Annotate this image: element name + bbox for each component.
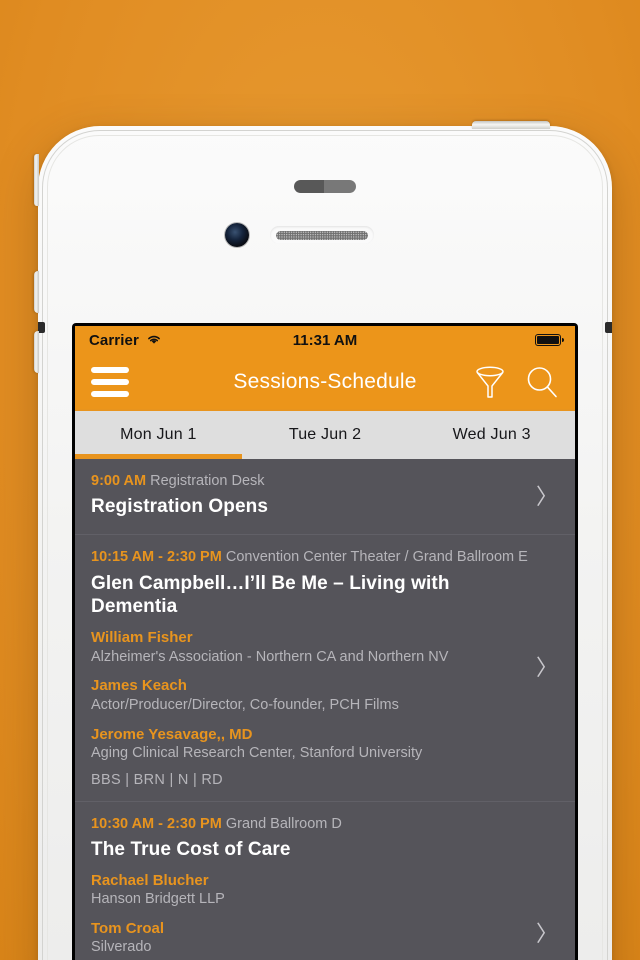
session-location: Registration Desk	[150, 473, 265, 489]
power-button[interactable]	[472, 121, 550, 129]
speaker-org: Silverado	[91, 939, 152, 956]
session-location: Convention Center Theater / Grand Ballro…	[225, 549, 528, 566]
volume-up-button[interactable]	[34, 271, 39, 313]
chevron-right-icon[interactable]: 〉	[536, 656, 558, 679]
session-time: 10:15 AM - 2:30 PM	[91, 549, 222, 566]
session-row[interactable]: 9:00 AM Registration Desk Registration O…	[75, 459, 575, 536]
day-tab-label: Mon Jun 1	[120, 426, 197, 443]
speaker-item: Rachael Blucher Hanson Bridgett LLP	[91, 871, 531, 910]
speaker-name: James Keach	[91, 677, 187, 695]
battery-fill	[537, 336, 559, 344]
earpiece-speaker-icon	[270, 226, 374, 244]
session-time: 10:30 AM - 2:30 PM	[91, 815, 222, 832]
funnel-filter-icon[interactable]	[473, 364, 507, 400]
proximity-sensor-icon	[294, 180, 356, 193]
session-row[interactable]: 10:15 AM - 2:30 PM Convention Center The…	[75, 535, 575, 802]
wifi-icon	[146, 332, 162, 349]
session-time: 9:00 AM	[91, 473, 147, 489]
session-row[interactable]: 10:30 AM - 2:30 PM Grand Ballroom D The …	[75, 802, 575, 960]
mute-switch-button[interactable]	[34, 154, 39, 206]
status-bar-right	[535, 334, 564, 346]
day-tab-mon-jun-1[interactable]: Mon Jun 1	[75, 411, 242, 459]
hamburger-bar-1	[91, 366, 129, 373]
search-icon[interactable]	[525, 364, 559, 400]
session-list[interactable]: 9:00 AM Registration Desk Registration O…	[75, 459, 575, 960]
speaker-item: William Fisher Alzheimer's Association -…	[91, 628, 531, 667]
hamburger-bar-3	[91, 390, 129, 397]
session-credits: BBS | BRN | N | RD	[91, 771, 223, 788]
day-tab-label: Tue Jun 2	[288, 426, 362, 443]
session-location: Grand Ballroom D	[225, 815, 342, 832]
nav-action-group	[473, 364, 559, 400]
ios-status-bar: Carrier 11:31 AM	[75, 326, 575, 354]
day-tab-label: Wed Jun 3	[452, 426, 531, 443]
chevron-right-icon[interactable]: 〉	[536, 485, 558, 508]
battery-full-icon	[535, 334, 564, 346]
hamburger-menu-icon[interactable]	[91, 366, 129, 397]
carrier-label: Carrier	[89, 331, 139, 349]
hamburger-bar-2	[91, 378, 129, 385]
session-meta: 10:15 AM - 2:30 PM Convention Center The…	[91, 548, 531, 567]
session-title: The True Cost of Care	[91, 838, 291, 860]
speaker-org: Actor/Producer/Director, Co-founder, PCH…	[91, 696, 399, 713]
speaker-name: Jerome Yesavage,, MD	[91, 725, 253, 743]
chevron-right-icon[interactable]: 〉	[536, 922, 558, 945]
session-title: Registration Opens	[91, 496, 269, 518]
status-bar-left: Carrier	[89, 332, 162, 349]
session-title: Glen Campbell…I’ll Be Me – Living with D…	[91, 572, 450, 618]
antenna-band-right	[605, 322, 612, 333]
session-meta: 10:30 AM - 2:30 PM Grand Ballroom D	[91, 815, 531, 834]
speaker-mesh	[276, 230, 368, 240]
speaker-item: James Keach Actor/Producer/Director, Co-…	[91, 676, 531, 715]
speaker-name: William Fisher	[91, 629, 193, 647]
app-viewport: Carrier 11:31 AM Sessions-Schedule Mon J…	[75, 326, 575, 960]
speaker-item: Tom Croal Silverado	[91, 919, 531, 958]
front-camera-icon	[225, 223, 249, 247]
day-tab-wed-jun-3[interactable]: Wed Jun 3	[408, 411, 575, 459]
app-navigation-bar: Sessions-Schedule	[75, 354, 575, 409]
day-tab-tue-jun-2[interactable]: Tue Jun 2	[242, 411, 409, 459]
speaker-org: Alzheimer's Association - Northern CA an…	[91, 648, 449, 665]
device-screen: Carrier 11:31 AM Sessions-Schedule Mon J…	[72, 323, 578, 960]
speaker-org: Aging Clinical Research Center, Stanford…	[91, 745, 423, 761]
speaker-name: Rachael Blucher	[91, 871, 209, 889]
day-tab-bar: Mon Jun 1 Tue Jun 2 Wed Jun 3	[75, 409, 575, 459]
speaker-name: Tom Croal	[91, 919, 165, 937]
speaker-org: Hanson Bridgett LLP	[91, 891, 225, 908]
session-meta: 9:00 AM Registration Desk	[91, 472, 531, 491]
iphone-device-mockup: Carrier 11:31 AM Sessions-Schedule Mon J…	[34, 121, 612, 960]
volume-down-button[interactable]	[34, 331, 39, 373]
speaker-item: Jerome Yesavage,, MD Aging Clinical Rese…	[91, 725, 531, 764]
antenna-band-left	[38, 322, 45, 333]
